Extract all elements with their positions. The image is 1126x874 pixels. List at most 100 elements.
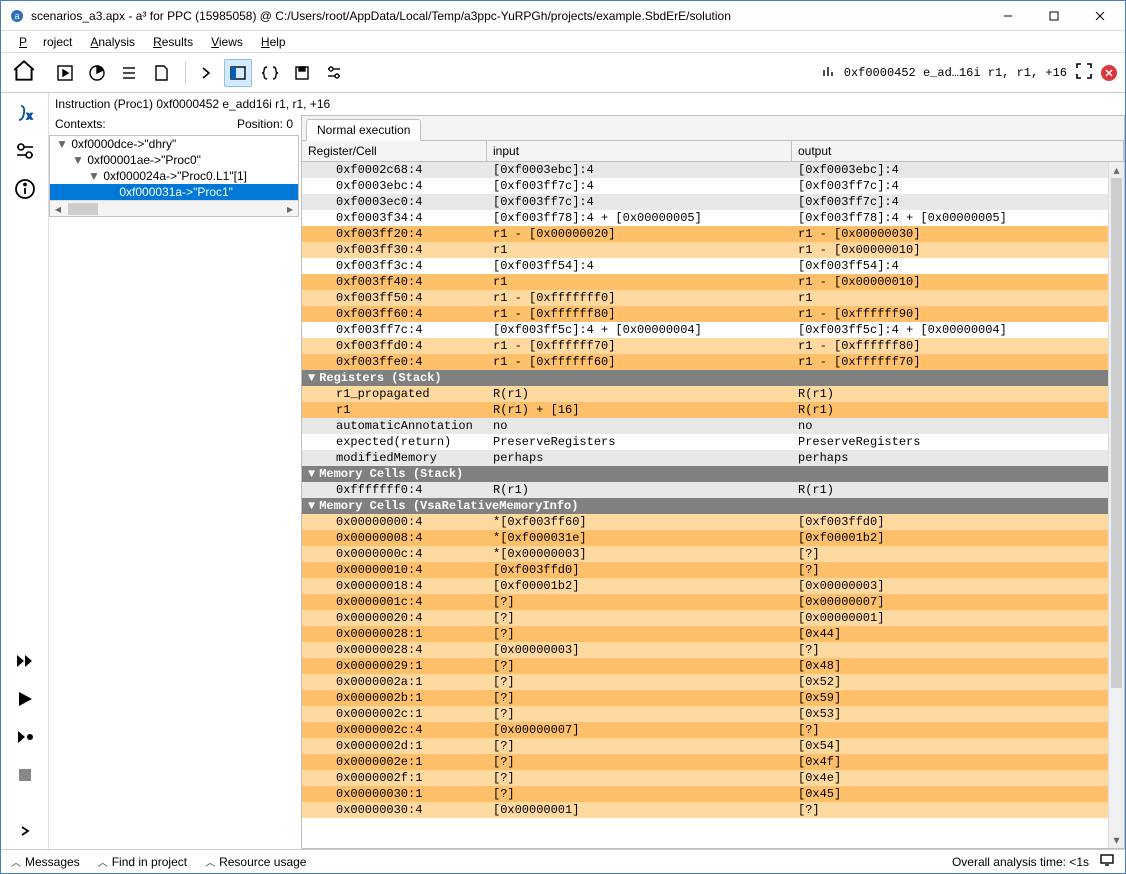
main: x Instruction (Proc1) 0xf0000452 e_add16… bbox=[1, 93, 1125, 849]
table-row[interactable]: 0x0000002b:1[?][0x59] bbox=[302, 690, 1108, 706]
horizontal-scrollbar[interactable]: ◂▸ bbox=[50, 200, 298, 216]
table-row[interactable]: 0xf003ffd0:4r1 - [0xffffff70]r1 - [0xfff… bbox=[302, 338, 1108, 354]
chevron-right-small-icon[interactable] bbox=[11, 817, 39, 845]
table-row[interactable]: 0x0000000c:4*[0x00000003][?] bbox=[302, 546, 1108, 562]
fx-icon[interactable]: x bbox=[11, 99, 39, 127]
footer-resource[interactable]: ︿Resource usage bbox=[205, 854, 306, 869]
menu-help[interactable]: Help bbox=[253, 33, 294, 51]
save-icon[interactable] bbox=[288, 59, 316, 87]
table-row[interactable]: 0x00000030:4[0x00000001][?] bbox=[302, 802, 1108, 818]
table-row[interactable]: r1R(r1) + [16]R(r1) bbox=[302, 402, 1108, 418]
section-header[interactable]: ▼Registers (Stack) bbox=[302, 370, 1108, 386]
table-row[interactable]: 0xf0003ebc:4[0xf003ff7c]:4[0xf003ff7c]:4 bbox=[302, 178, 1108, 194]
monitor-icon[interactable] bbox=[1099, 852, 1115, 871]
svg-text:x: x bbox=[27, 111, 32, 122]
menubar: Project Analysis Results Views Help bbox=[1, 31, 1125, 53]
section-header[interactable]: ▼Memory Cells (VsaRelativeMemoryInfo) bbox=[302, 498, 1108, 514]
svg-text:a: a bbox=[14, 11, 19, 21]
fast-forward-icon[interactable] bbox=[11, 647, 39, 675]
table-row[interactable]: 0x0000001c:4[?][0x00000007] bbox=[302, 594, 1108, 610]
contexts-label: Contexts: bbox=[55, 117, 106, 131]
braces-icon[interactable] bbox=[256, 59, 284, 87]
menu-project[interactable]: Project bbox=[11, 33, 80, 51]
table-row[interactable]: 0xf0003f34:4[0xf003ff78]:4 + [0x00000005… bbox=[302, 210, 1108, 226]
toggles-icon[interactable] bbox=[11, 137, 39, 165]
table-row[interactable]: 0xf003ff50:4r1 - [0xfffffff0]r1 bbox=[302, 290, 1108, 306]
tree-item[interactable]: ▼ 0xf000024a->"Proc0.L1"[1] bbox=[50, 168, 298, 184]
table-row[interactable]: 0xf003ff60:4r1 - [0xffffff80]r1 - [0xfff… bbox=[302, 306, 1108, 322]
table-row[interactable]: 0x00000028:1[?][0x44] bbox=[302, 626, 1108, 642]
app-icon: a bbox=[9, 8, 25, 24]
table-row[interactable]: 0xf003ff40:4r1r1 - [0x00000010] bbox=[302, 274, 1108, 290]
table-row[interactable]: 0x00000018:4[0xf00001b2][0x00000003] bbox=[302, 578, 1108, 594]
menu-views[interactable]: Views bbox=[203, 33, 251, 51]
play-in-box-icon[interactable] bbox=[51, 59, 79, 87]
footer-messages[interactable]: ︿Messages bbox=[11, 854, 80, 869]
section-header[interactable]: ▼Memory Cells (Stack) bbox=[302, 466, 1108, 482]
table-row[interactable]: 0xf0002c68:4[0xf0003ebc]:4[0xf0003ebc]:4 bbox=[302, 162, 1108, 178]
settings-sliders-icon[interactable] bbox=[320, 59, 348, 87]
table-row[interactable]: 0xf0003ec0:4[0xf003ff7c]:4[0xf003ff7c]:4 bbox=[302, 194, 1108, 210]
footer-find[interactable]: ︿Find in project bbox=[98, 854, 187, 869]
col-input[interactable]: input bbox=[487, 141, 792, 161]
statusbar: ︿Messages ︿Find in project ︿Resource usa… bbox=[1, 849, 1125, 873]
info-icon[interactable] bbox=[11, 175, 39, 203]
table-row[interactable]: expected(return)PreserveRegistersPreserv… bbox=[302, 434, 1108, 450]
page-icon[interactable] bbox=[147, 59, 175, 87]
table-row[interactable]: 0x0000002c:1[?][0x53] bbox=[302, 706, 1108, 722]
col-register[interactable]: Register/Cell bbox=[302, 141, 487, 161]
home-icon[interactable] bbox=[11, 58, 37, 87]
tree-item[interactable]: ▼ 0xf0000dce->"dhry" bbox=[50, 136, 298, 152]
close-button[interactable] bbox=[1077, 1, 1123, 31]
list-icon[interactable] bbox=[115, 59, 143, 87]
table-row[interactable]: 0xf003ffe0:4r1 - [0xffffff60]r1 - [0xfff… bbox=[302, 354, 1108, 370]
menu-analysis[interactable]: Analysis bbox=[82, 33, 143, 51]
table-row[interactable]: 0xfffffff0:4R(r1)R(r1) bbox=[302, 482, 1108, 498]
table-row[interactable]: 0xf003ff20:4r1 - [0x00000020]r1 - [0x000… bbox=[302, 226, 1108, 242]
table-row[interactable]: 0x0000002e:1[?][0x4f] bbox=[302, 754, 1108, 770]
table-row[interactable]: automaticAnnotationnono bbox=[302, 418, 1108, 434]
table-row[interactable]: 0x0000002c:4[0x00000007][?] bbox=[302, 722, 1108, 738]
table-row[interactable]: modifiedMemoryperhapsperhaps bbox=[302, 450, 1108, 466]
maximize-button[interactable] bbox=[1031, 1, 1077, 31]
tree-item[interactable]: ▼ 0xf00001ae->"Proc0" bbox=[50, 152, 298, 168]
table-row[interactable]: 0x0000002a:1[?][0x52] bbox=[302, 674, 1108, 690]
table-row[interactable]: 0x0000002f:1[?][0x4e] bbox=[302, 770, 1108, 786]
table-row[interactable]: 0x00000008:4*[0xf000031e][0xf00001b2] bbox=[302, 530, 1108, 546]
grid-header: Register/Cell input output bbox=[302, 141, 1124, 162]
tree-item[interactable]: 0xf000031a->"Proc1" bbox=[50, 184, 298, 200]
titlebar: a scenarios_a3.apx - a³ for PPC (1598505… bbox=[1, 1, 1125, 31]
instruction-label: Instruction (Proc1) 0xf0000452 e_add16i … bbox=[49, 93, 1125, 115]
window-title: scenarios_a3.apx - a³ for PPC (15985058)… bbox=[31, 9, 985, 23]
table-row[interactable]: r1_propagatedR(r1)R(r1) bbox=[302, 386, 1108, 402]
table-row[interactable]: 0x00000020:4[?][0x00000001] bbox=[302, 610, 1108, 626]
table-row[interactable]: 0x00000000:4*[0xf003ff60][0xf003ffd0] bbox=[302, 514, 1108, 530]
stop-icon[interactable] bbox=[11, 761, 39, 789]
table-row[interactable]: 0x00000030:1[?][0x45] bbox=[302, 786, 1108, 802]
table-row[interactable]: 0xf003ff7c:4[0xf003ff5c]:4 + [0x00000004… bbox=[302, 322, 1108, 338]
pie-icon[interactable] bbox=[83, 59, 111, 87]
chevron-right-icon[interactable] bbox=[192, 59, 220, 87]
status-error-icon[interactable] bbox=[1101, 65, 1117, 81]
location-text: 0xf0000452 e_ad…16i r1, r1, +16 bbox=[844, 66, 1067, 80]
tab-normal-execution[interactable]: Normal execution bbox=[306, 119, 421, 141]
table-row[interactable]: 0xf003ff3c:4[0xf003ff54]:4[0xf003ff54]:4 bbox=[302, 258, 1108, 274]
table-row[interactable]: 0x0000002d:1[?][0x54] bbox=[302, 738, 1108, 754]
tabs: Normal execution bbox=[302, 116, 1124, 141]
panel-left-icon[interactable] bbox=[224, 59, 252, 87]
position-label: Position: 0 bbox=[237, 117, 293, 131]
table-row[interactable]: 0x00000029:1[?][0x48] bbox=[302, 658, 1108, 674]
table-row[interactable]: 0x00000010:4[0xf003ffd0][?] bbox=[302, 562, 1108, 578]
col-output[interactable]: output bbox=[792, 141, 1124, 161]
step-icon[interactable] bbox=[11, 723, 39, 751]
grid[interactable]: 0xf0002c68:4[0xf0003ebc]:4[0xf0003ebc]:4… bbox=[302, 162, 1108, 848]
vertical-scrollbar[interactable]: ▴ ▾ bbox=[1108, 162, 1124, 848]
menu-results[interactable]: Results bbox=[145, 33, 201, 51]
table-row[interactable]: 0xf003ff30:4r1r1 - [0x00000010] bbox=[302, 242, 1108, 258]
minimize-button[interactable] bbox=[985, 1, 1031, 31]
play-icon[interactable] bbox=[11, 685, 39, 713]
toolbar: 0xf0000452 e_ad…16i r1, r1, +16 bbox=[1, 53, 1125, 93]
contexts-tree[interactable]: ▼ 0xf0000dce->"dhry"▼ 0xf00001ae->"Proc0… bbox=[49, 135, 299, 217]
table-row[interactable]: 0x00000028:4[0x00000003][?] bbox=[302, 642, 1108, 658]
fullscreen-icon[interactable] bbox=[1075, 62, 1093, 83]
